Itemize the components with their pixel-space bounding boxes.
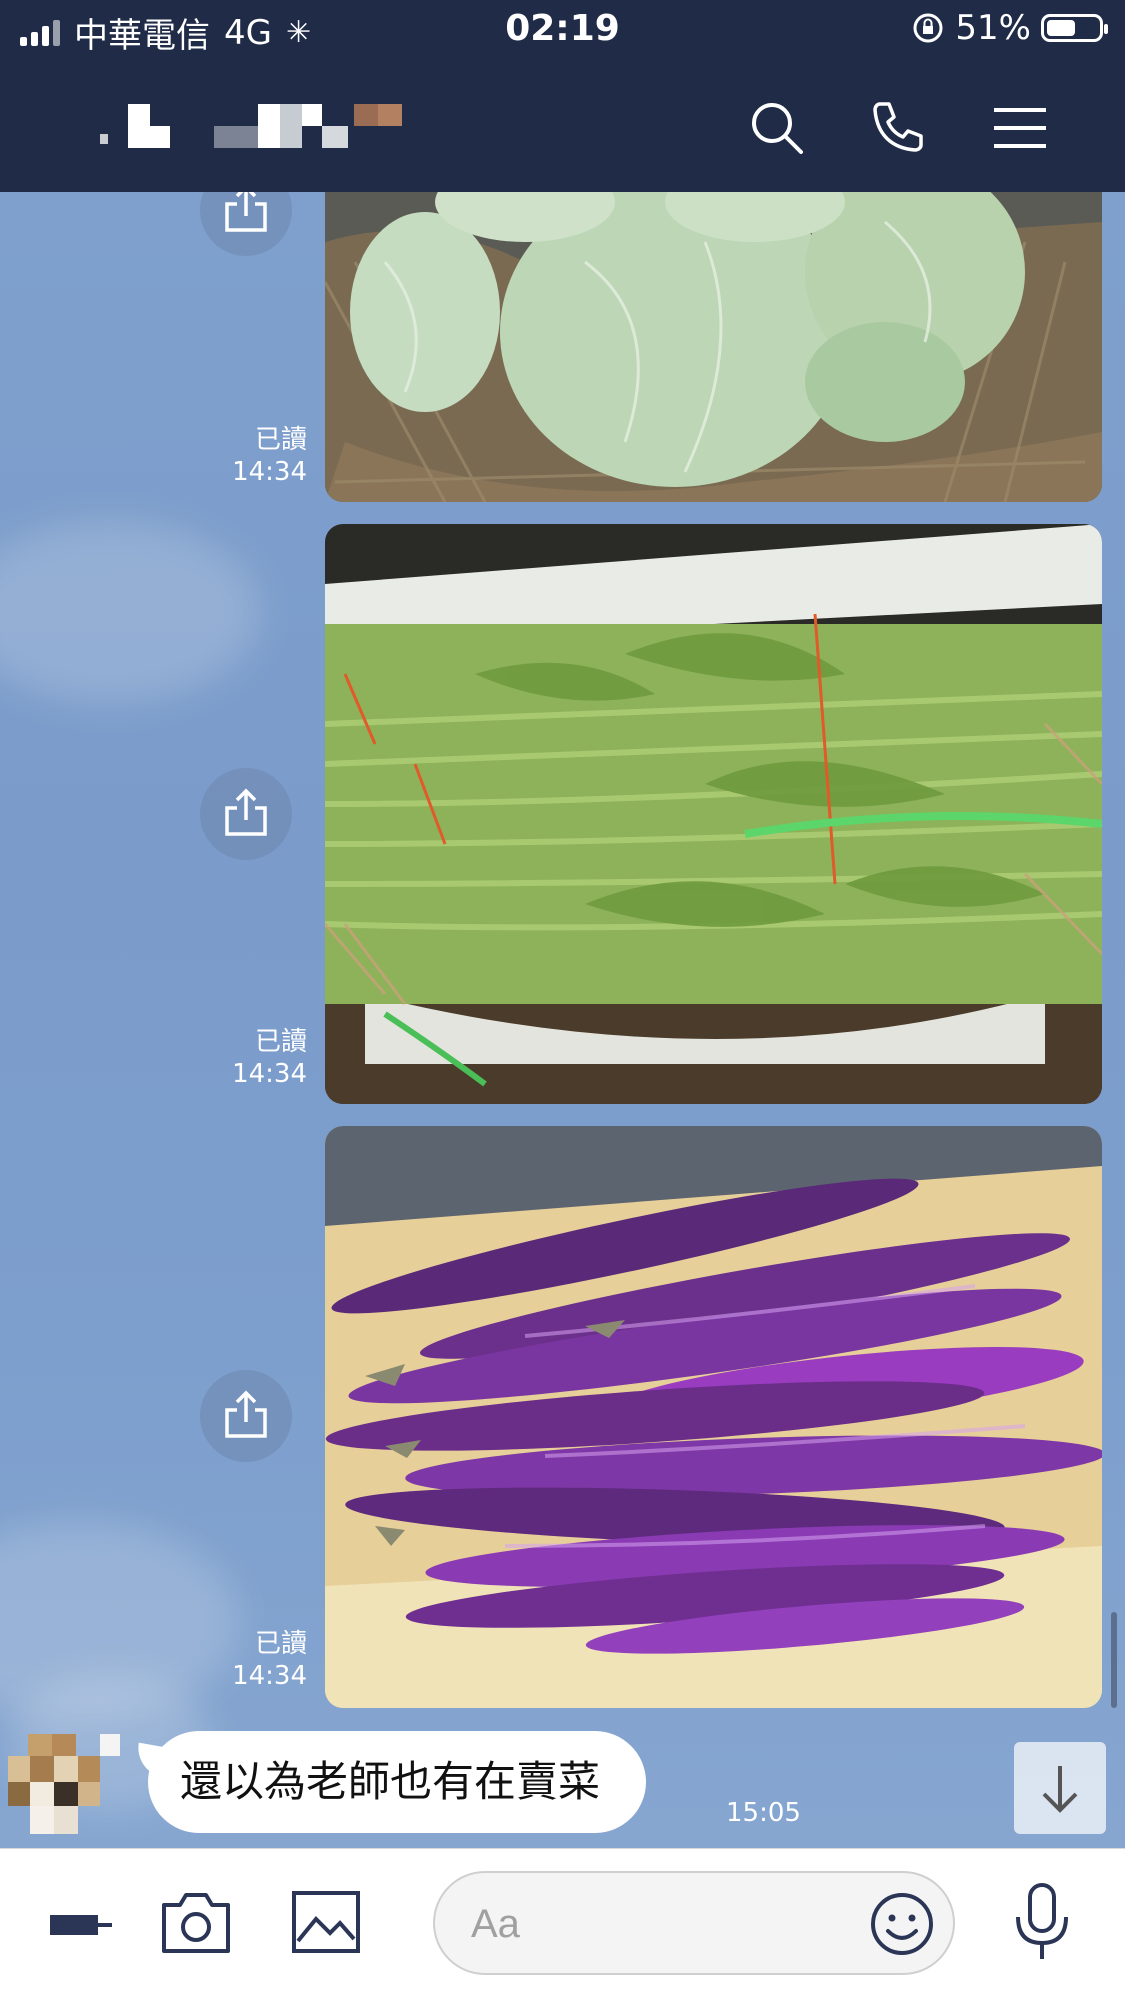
read-label: 已讀 <box>254 425 307 455</box>
water-spinach-photo <box>325 524 1102 1104</box>
share-button[interactable] <box>200 1370 292 1462</box>
share-icon <box>225 788 267 836</box>
read-receipt: 已讀 14:34 <box>187 1628 307 1692</box>
status-bar: 中華電信 4G ✳ 02:19 51% <box>0 0 1125 64</box>
eggplant-photo <box>325 1126 1102 1708</box>
rotation-lock-icon <box>913 13 943 43</box>
scroll-down-button[interactable] <box>1014 1742 1106 1834</box>
read-label: 已讀 <box>254 1027 307 1057</box>
image-message-eggplants[interactable] <box>325 1126 1102 1708</box>
share-icon <box>225 1390 267 1438</box>
battery-icon <box>1041 14 1108 42</box>
scroll-down-icon <box>1042 1766 1078 1813</box>
mic-icon[interactable] <box>1012 1881 1072 1963</box>
message-field[interactable] <box>433 1871 955 1975</box>
message-input[interactable] <box>469 1893 853 1955</box>
message-input-bar <box>0 1848 1125 2002</box>
message-time: 14:34 <box>232 1661 307 1691</box>
image-message-cabbages[interactable] <box>325 192 1102 502</box>
image-message-water-spinach[interactable] <box>325 524 1102 1104</box>
message-time: 14:34 <box>232 1059 307 1089</box>
camera-icon[interactable] <box>160 1889 232 1955</box>
menu-icon[interactable] <box>990 98 1050 158</box>
read-receipt: 已讀 14:34 <box>187 1026 307 1090</box>
chat-area[interactable]: 已讀 14:34 已讀 14:34 已讀 14:34 還以為老師也有在賣菜 15… <box>0 192 1125 1848</box>
battery-percent: 51% <box>955 8 1031 48</box>
chat-header <box>0 64 1125 192</box>
share-button[interactable] <box>200 768 292 860</box>
emoji-icon[interactable] <box>869 1891 935 1957</box>
cabbage-photo <box>325 192 1102 502</box>
incoming-message-bubble[interactable]: 還以為老師也有在賣菜 <box>148 1731 647 1833</box>
expand-icon[interactable] <box>50 1911 116 1941</box>
message-text: 還以為老師也有在賣菜 <box>180 1757 601 1806</box>
read-label: 已讀 <box>254 1629 307 1659</box>
image-icon[interactable] <box>290 1889 362 1955</box>
avatar[interactable] <box>8 1734 120 1838</box>
share-icon <box>225 192 267 232</box>
search-icon[interactable] <box>747 98 807 158</box>
contact-name-redacted[interactable] <box>78 104 402 148</box>
message-time: 15:05 <box>726 1798 801 1828</box>
message-time: 14:34 <box>232 457 307 487</box>
read-receipt: 已讀 14:34 <box>187 424 307 488</box>
share-button[interactable] <box>200 192 292 256</box>
phone-icon[interactable] <box>866 98 926 158</box>
scrollbar[interactable] <box>1111 1612 1117 1708</box>
